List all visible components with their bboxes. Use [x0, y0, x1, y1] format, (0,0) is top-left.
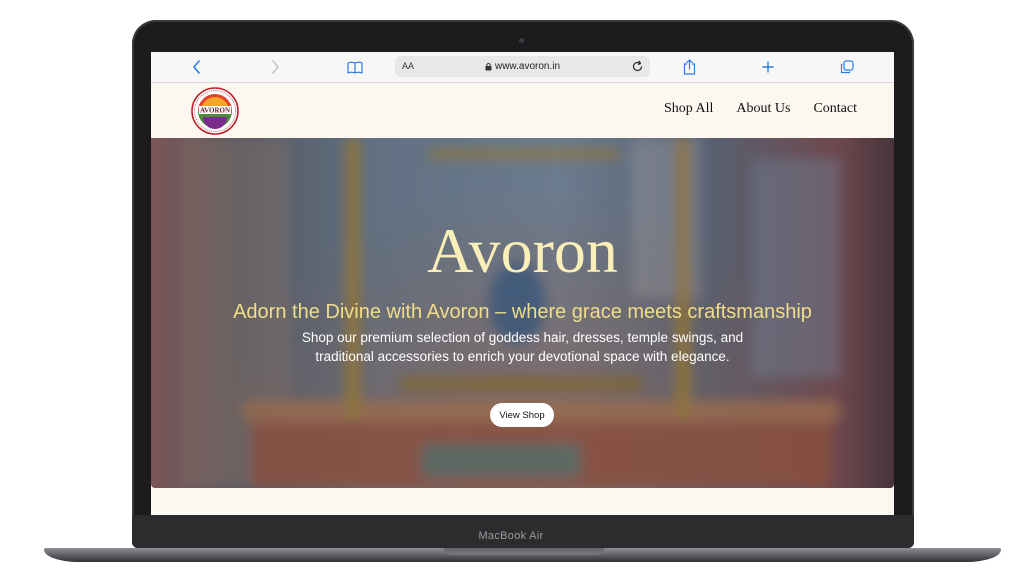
laptop-hinge-notch — [444, 548, 604, 555]
site-header: AVORON Shop All About Us Contact — [151, 83, 894, 138]
camera-icon — [519, 38, 524, 43]
nav-contact[interactable]: Contact — [813, 101, 857, 117]
share-icon[interactable] — [679, 57, 699, 77]
hero-tagline: Adorn the Divine with Avoron – where gra… — [233, 301, 812, 323]
reload-icon[interactable] — [631, 60, 644, 73]
hero-title: Avoron — [427, 215, 618, 286]
forward-icon[interactable] — [265, 57, 285, 77]
model-label: MacBook Air — [478, 530, 544, 542]
hero-description: Shop our premium selection of goddess ha… — [301, 330, 744, 364]
bookmarks-icon[interactable] — [345, 57, 365, 77]
avoron-logo[interactable]: AVORON — [191, 87, 239, 135]
address-bar[interactable]: AA www.avoron.in — [395, 56, 650, 77]
tabs-icon[interactable] — [837, 57, 857, 77]
browser-window: AA www.avoron.in AVORON Shop All About U… — [151, 52, 894, 515]
url-container: www.avoron.in — [395, 56, 650, 77]
browser-toolbar: AA www.avoron.in — [151, 52, 894, 83]
hero-section: Avoron Adorn the Divine with Avoron – wh… — [151, 138, 894, 488]
new-tab-icon[interactable] — [758, 57, 778, 77]
view-shop-button[interactable]: View Shop — [490, 403, 554, 427]
lock-icon — [485, 62, 492, 71]
url-text: www.avoron.in — [494, 61, 561, 72]
main-nav: Shop All About Us Contact — [664, 101, 857, 117]
back-icon[interactable] — [187, 57, 207, 77]
svg-text:AVORON: AVORON — [200, 107, 230, 115]
nav-shop-all[interactable]: Shop All — [664, 101, 713, 117]
nav-about-us[interactable]: About Us — [736, 101, 790, 117]
